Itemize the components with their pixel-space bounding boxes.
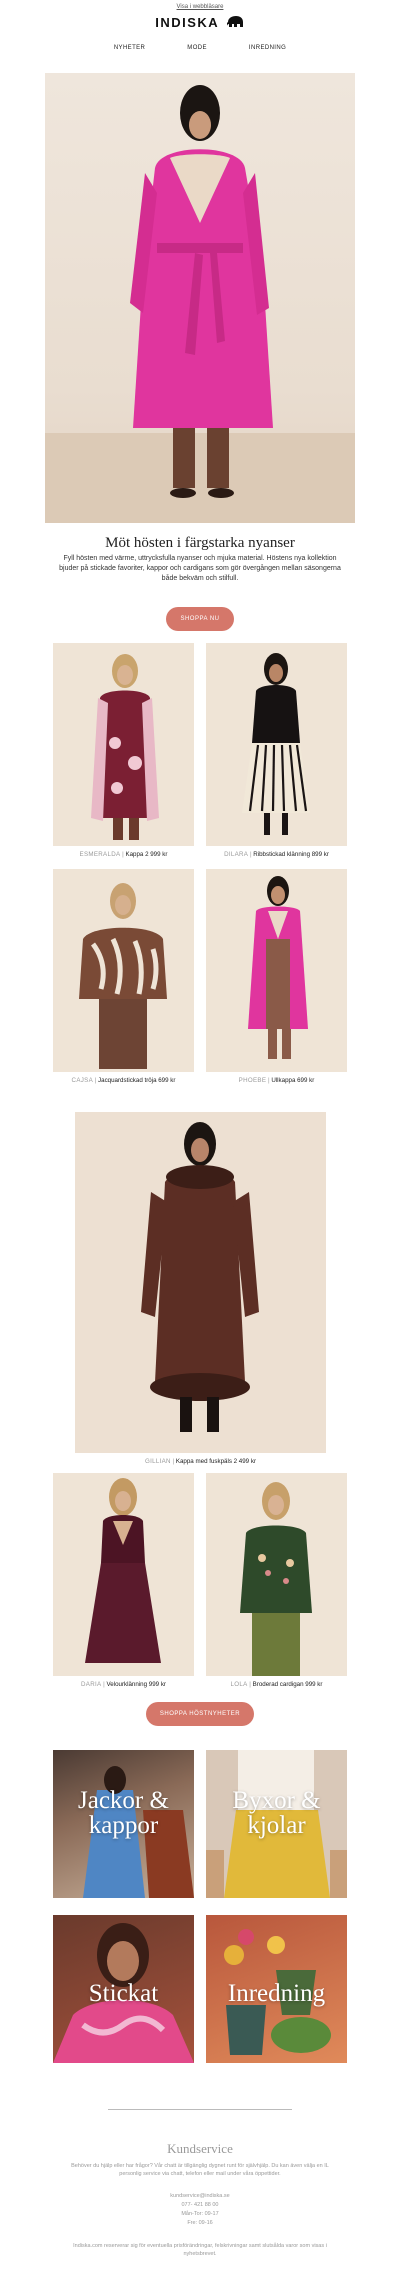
main-nav: NYHETER MODE INREDNING xyxy=(0,45,400,51)
product-caption-esmeralda[interactable]: ESMERALDA | Kappa 2 999 kr xyxy=(53,851,194,858)
category-tile-inredning[interactable]: Inredning xyxy=(206,1915,347,2063)
customer-service-phone[interactable]: 077- 421 88 00 xyxy=(0,2202,400,2208)
daria-illustration xyxy=(85,1478,161,1663)
esmeralda-illustration xyxy=(91,654,159,840)
product-caption-gillian[interactable]: GILLIAN | Kappa med fuskpäls 2 499 kr xyxy=(75,1458,326,1465)
shop-autumn-news-button[interactable]: SHOPPA HÖSTNYHETER xyxy=(146,1702,254,1726)
product-name: DILARA xyxy=(224,851,249,858)
shop-now-button[interactable]: SHOPPA NU xyxy=(166,607,234,631)
product-description: Broderad cardigan 999 kr xyxy=(252,1681,323,1688)
product-image-daria[interactable] xyxy=(53,1473,194,1676)
product-caption-daria[interactable]: DARIA | Velourklänning 999 kr xyxy=(53,1681,194,1688)
product-name: CAJSA xyxy=(71,1077,93,1084)
product-image-gillian[interactable] xyxy=(75,1112,326,1453)
phoebe-illustration xyxy=(248,876,308,1059)
category-label: Inredning xyxy=(227,1980,326,2007)
footer-divider xyxy=(108,2109,292,2110)
product-description: Jacquardstickad tröja 699 kr xyxy=(98,1077,176,1084)
nav-item-nyheter[interactable]: NYHETER xyxy=(114,45,145,51)
product-image-lola[interactable] xyxy=(206,1473,347,1676)
product-description: Kappa med fuskpäls 2 499 kr xyxy=(175,1458,257,1465)
hero-image[interactable] xyxy=(45,73,355,523)
product-caption-dilara[interactable]: DILARA | Ribbstickad klänning 899 kr xyxy=(206,851,347,858)
brand-name: INDISKA xyxy=(155,15,219,30)
product-description: Ullkappa 699 kr xyxy=(271,1077,315,1084)
legal-disclaimer: Indiska.com reserverar sig för eventuell… xyxy=(73,2243,327,2257)
opening-hours-friday: Fre: 09-16 xyxy=(187,2220,213,2226)
product-image-dilara[interactable] xyxy=(206,643,347,846)
hero-body-text: Fyll hösten med värme, uttrycksfulla nya… xyxy=(59,555,341,582)
category-tile-byxor-kjolar[interactable]: Byxor & kjolar xyxy=(206,1750,347,1898)
category-tile-stickat[interactable]: Stickat xyxy=(53,1915,194,2063)
product-name: DARIA xyxy=(81,1681,102,1688)
product-description: Velourklänning 999 kr xyxy=(106,1681,166,1688)
customer-service-text: Behöver du hjälp eller har frågor? Vår c… xyxy=(71,2163,329,2177)
view-in-browser-link[interactable]: Visa i webbläsare xyxy=(0,4,400,10)
product-caption-cajsa[interactable]: CAJSA | Jacquardstickad tröja 699 kr xyxy=(53,1077,194,1084)
hero-model-illustration xyxy=(130,85,273,498)
hero-title: Möt hösten i färgstarka nyanser xyxy=(105,535,295,551)
product-name: ESMERALDA xyxy=(79,851,121,858)
product-description: Ribbstickad klänning 899 kr xyxy=(253,851,329,858)
nav-item-inredning[interactable]: INREDNING xyxy=(249,45,286,51)
product-caption-phoebe[interactable]: PHOEBE | Ullkappa 699 kr xyxy=(206,1077,347,1084)
lola-illustration xyxy=(240,1482,312,1676)
product-description: Kappa 2 999 kr xyxy=(125,851,168,858)
product-caption-lola[interactable]: LOLA | Broderad cardigan 999 kr xyxy=(206,1681,347,1688)
product-name: GILLIAN xyxy=(144,1458,171,1465)
dilara-illustration xyxy=(242,653,310,835)
product-name: PHOEBE xyxy=(238,1077,267,1084)
nav-item-mode[interactable]: MODE xyxy=(187,45,207,51)
brand-logo[interactable]: INDISKA xyxy=(0,15,400,31)
category-tile-jackor-kappor[interactable]: Jackor & kappor xyxy=(53,1750,194,1898)
customer-service-title: Kundservice xyxy=(167,2141,233,2156)
elephant-icon xyxy=(226,16,245,31)
category-label: Byxor & kjolar xyxy=(232,1787,321,1839)
gillian-illustration xyxy=(141,1122,259,1432)
category-label: Stickat xyxy=(88,1980,159,2007)
category-label: Jackor & kappor xyxy=(78,1787,169,1839)
product-name: LOLA xyxy=(230,1681,248,1688)
opening-hours-weekday: Mån-Tor: 09-17 xyxy=(181,2211,219,2217)
cajsa-illustration xyxy=(79,883,167,1069)
product-image-phoebe[interactable] xyxy=(206,869,347,1072)
product-image-cajsa[interactable] xyxy=(53,869,194,1072)
product-image-esmeralda[interactable] xyxy=(53,643,194,846)
customer-service-email[interactable]: kundservice@indiska.se xyxy=(0,2193,400,2199)
